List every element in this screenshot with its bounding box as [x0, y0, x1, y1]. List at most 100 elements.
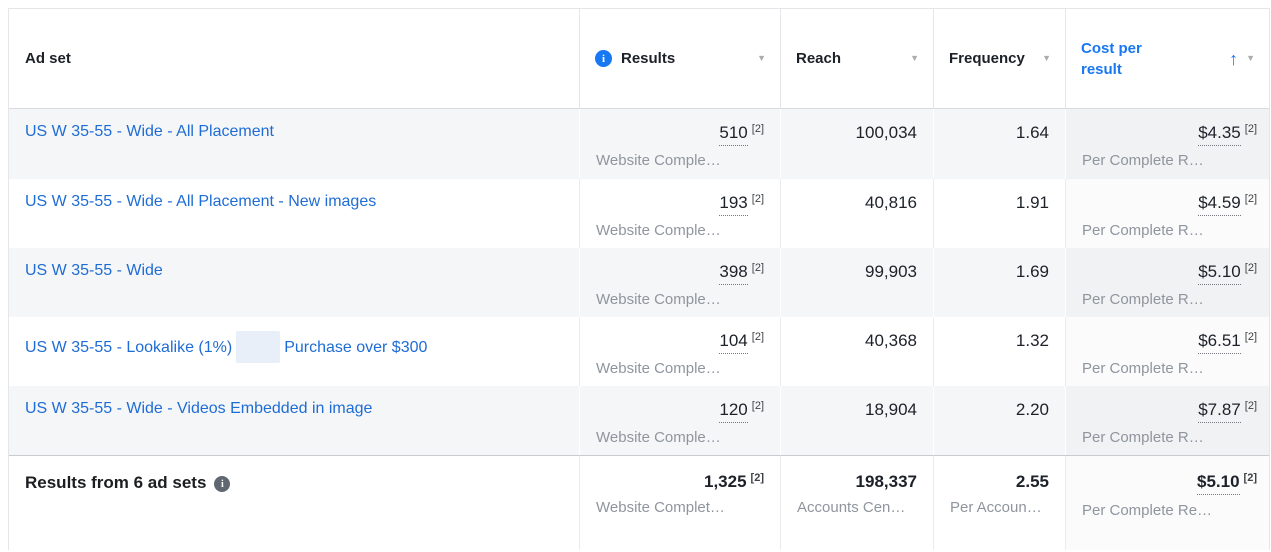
footnote-superscript: [2]: [751, 331, 764, 343]
results-metric-label: Website Comple…: [596, 222, 721, 239]
frequency-cell: 2.20: [933, 386, 1065, 455]
info-icon[interactable]: i: [214, 476, 231, 492]
column-header-results[interactable]: i Results ▼: [579, 9, 780, 108]
ad-set-link[interactable]: US W 35-55 - Wide - All Placement: [25, 123, 274, 140]
sort-ascending-icon[interactable]: ↑: [1229, 50, 1238, 68]
cost-per-result-cell: $7.87 [2] Per Complete R…: [1065, 386, 1269, 455]
chevron-down-icon[interactable]: ▼: [1042, 54, 1051, 63]
footnote-superscript: [2]: [751, 193, 764, 205]
ad-set-name-cell: US W 35-55 - Wide: [9, 248, 579, 317]
reach-cell: 40,816: [780, 179, 933, 248]
frequency-value: 1.69: [1015, 262, 1049, 281]
chevron-down-icon[interactable]: ▼: [910, 54, 919, 63]
results-cell: 193 [2] Website Comple…: [579, 179, 780, 248]
table-row: US W 35-55 - Wide - All Placement 510 [2…: [9, 109, 1269, 179]
footnote-superscript: [2]: [1244, 331, 1257, 343]
table-summary-row: Results from 6 ad sets i 1,325 [2] Websi…: [9, 455, 1269, 550]
ad-set-name-cell: US W 35-55 - Wide - All Placement: [9, 109, 579, 179]
ad-set-name-cell: US W 35-55 - Wide - All Placement - New …: [9, 179, 579, 248]
table-row: US W 35-55 - Lookalike (1%) Purchase over…: [9, 317, 1269, 386]
results-column-label: Results: [621, 50, 676, 67]
ad-set-link[interactable]: US W 35-55 - Wide - All Placement - New …: [25, 193, 376, 210]
footnote-superscript: [2]: [1243, 472, 1257, 484]
cost-per-result-column-label: Cost per result: [1081, 39, 1142, 78]
reach-cell: 100,034: [780, 109, 933, 179]
cost-per-result-value[interactable]: $6.51: [1198, 331, 1241, 354]
results-cell: 510 [2] Website Comple…: [579, 109, 780, 179]
summary-label: Results from 6 ad sets: [25, 473, 207, 492]
footnote-superscript: [2]: [1244, 262, 1257, 274]
frequency-column-label: Frequency: [949, 50, 1025, 67]
reach-cell: 18,904: [780, 386, 933, 455]
footnote-superscript: [2]: [751, 123, 764, 135]
cost-per-result-value[interactable]: $4.35: [1198, 123, 1241, 146]
summary-reach-metric-label: Accounts Cen…: [797, 499, 906, 516]
table-row: US W 35-55 - Wide - All Placement - New …: [9, 179, 1269, 248]
results-value[interactable]: 193: [719, 193, 748, 216]
column-header-reach[interactable]: Reach ▼: [780, 9, 933, 108]
results-value[interactable]: 510: [719, 123, 748, 146]
cost-metric-label: Per Complete R…: [1082, 360, 1204, 377]
chevron-down-icon[interactable]: ▼: [757, 54, 766, 63]
adsets-table: Ad set i Results ▼ Reach ▼ Frequency ▼ C…: [8, 8, 1270, 550]
footnote-superscript: [2]: [1244, 193, 1257, 205]
reach-value: 99,903: [865, 262, 917, 281]
cost-metric-label: Per Complete R…: [1082, 152, 1204, 169]
cost-per-result-cell: $6.51 [2] Per Complete R…: [1065, 317, 1269, 386]
reach-column-label: Reach: [796, 50, 842, 67]
results-metric-label: Website Comple…: [596, 291, 721, 308]
frequency-value: 1.32: [1015, 331, 1049, 350]
frequency-cell: 1.69: [933, 248, 1065, 317]
cost-per-result-value[interactable]: $5.10: [1198, 262, 1241, 285]
frequency-value: 1.91: [1015, 193, 1049, 212]
summary-frequency-value: 2.55: [1015, 472, 1049, 491]
results-cell: 398 [2] Website Comple…: [579, 248, 780, 317]
reach-value: 18,904: [865, 400, 917, 419]
cost-per-result-cell: $5.10 [2] Per Complete R…: [1065, 248, 1269, 317]
ad-set-link[interactable]: US W 35-55 - Wide - Videos Embedded in i…: [25, 400, 372, 417]
table-row: US W 35-55 - Wide 398 [2] Website Comple…: [9, 248, 1269, 317]
summary-reach-value: 198,337: [855, 472, 917, 491]
footnote-superscript: [2]: [751, 400, 764, 412]
info-icon[interactable]: i: [595, 50, 612, 67]
summary-cost-value[interactable]: $5.10: [1197, 472, 1240, 495]
ad-set-column-label: Ad set: [25, 50, 71, 67]
table-body: US W 35-55 - Wide - All Placement 510 [2…: [9, 109, 1269, 455]
reach-value: 100,034: [855, 123, 917, 142]
summary-frequency-cell: 2.55 Per Accoun…: [933, 456, 1065, 550]
cost-per-result-cell: $4.59 [2] Per Complete R…: [1065, 179, 1269, 248]
results-metric-label: Website Comple…: [596, 360, 721, 377]
ad-set-link[interactable]: US W 35-55 - Lookalike (1%) Purchase over…: [25, 331, 427, 363]
cost-metric-label: Per Complete R…: [1082, 222, 1204, 239]
reach-value: 40,368: [865, 331, 917, 350]
frequency-value: 2.20: [1015, 400, 1049, 419]
ad-set-link[interactable]: US W 35-55 - Wide: [25, 262, 163, 279]
summary-cost-metric-label: Per Complete Re…: [1082, 502, 1213, 519]
summary-results-cell: 1,325 [2] Website Complet…: [579, 456, 780, 550]
column-header-cost-per-result[interactable]: Cost per result ↑ ▼: [1065, 9, 1269, 108]
cost-per-result-value[interactable]: $4.59: [1198, 193, 1241, 216]
results-value[interactable]: 398: [719, 262, 748, 285]
cost-per-result-value[interactable]: $7.87: [1198, 400, 1241, 423]
frequency-cell: 1.32: [933, 317, 1065, 386]
summary-results-value: 1,325: [704, 472, 747, 491]
redacted-text-block: [236, 331, 281, 363]
adsets-report-pane: Ad set i Results ▼ Reach ▼ Frequency ▼ C…: [0, 0, 1271, 552]
cost-metric-label: Per Complete R…: [1082, 291, 1204, 308]
column-header-ad-set[interactable]: Ad set: [9, 9, 579, 108]
chevron-down-icon[interactable]: ▼: [1246, 54, 1255, 63]
results-cell: 120 [2] Website Comple…: [579, 386, 780, 455]
cost-per-result-cell: $4.35 [2] Per Complete R…: [1065, 109, 1269, 179]
results-metric-label: Website Comple…: [596, 152, 721, 169]
table-header-row: Ad set i Results ▼ Reach ▼ Frequency ▼ C…: [9, 9, 1269, 109]
cost-metric-label: Per Complete R…: [1082, 429, 1204, 446]
frequency-cell: 1.64: [933, 109, 1065, 179]
results-metric-label: Website Comple…: [596, 429, 721, 446]
results-value[interactable]: 120: [719, 400, 748, 423]
summary-reach-cell: 198,337 Accounts Cen…: [780, 456, 933, 550]
footnote-superscript: [2]: [750, 472, 764, 484]
results-value[interactable]: 104: [719, 331, 748, 354]
summary-frequency-metric-label: Per Accoun…: [950, 499, 1042, 516]
column-header-frequency[interactable]: Frequency ▼: [933, 9, 1065, 108]
table-row: US W 35-55 - Wide - Videos Embedded in i…: [9, 386, 1269, 455]
